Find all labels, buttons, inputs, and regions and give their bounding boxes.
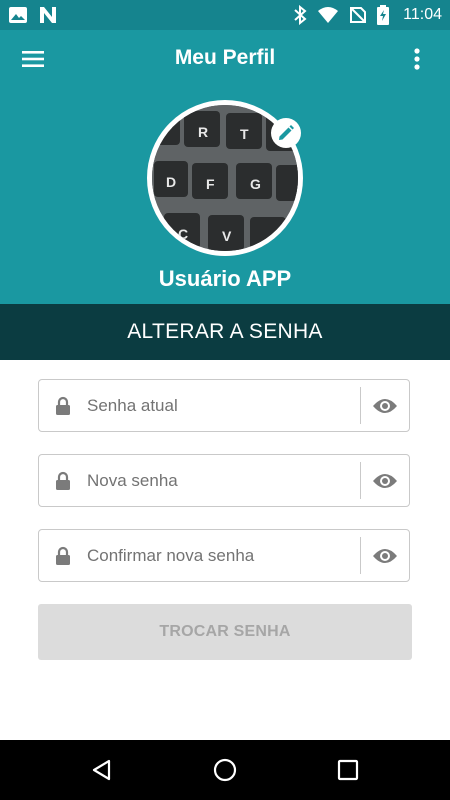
back-icon[interactable] [77, 745, 127, 795]
lock-icon [43, 546, 83, 566]
avatar-key-f: F [206, 176, 215, 192]
avatar-key-t: T [240, 126, 249, 142]
user-name: Usuário APP [158, 266, 292, 291]
confirm-password-field [38, 529, 410, 582]
bluetooth-icon [293, 5, 307, 25]
avatar-key-g: G [250, 176, 261, 192]
status-time: 11:04 [403, 6, 442, 23]
more-vert-icon[interactable] [402, 44, 432, 74]
show-password-eye-icon[interactable] [361, 455, 409, 506]
change-password-button[interactable]: TROCAR SENHA [38, 604, 412, 660]
recents-icon[interactable] [323, 745, 373, 795]
avatar-key-r: R [198, 124, 208, 140]
current-password-field [38, 379, 410, 432]
navigation-bar [0, 740, 450, 800]
lock-icon [43, 471, 83, 491]
confirm-password-input[interactable] [83, 530, 360, 581]
lock-icon [43, 396, 83, 416]
page-title: Meu Perfil [174, 46, 276, 69]
show-password-eye-icon[interactable] [361, 530, 409, 581]
avatar-container: R T D F G C V [147, 100, 303, 256]
avatar-key-d: D [166, 174, 176, 190]
new-password-input[interactable] [83, 455, 360, 506]
current-password-input[interactable] [83, 380, 360, 431]
image-icon [8, 6, 28, 24]
battery-charging-icon [377, 5, 390, 25]
show-password-eye-icon[interactable] [361, 380, 409, 431]
status-bar: 11:04 [0, 0, 450, 30]
pencil-icon[interactable] [271, 118, 301, 148]
section-title: ALTERAR A SENHA [0, 304, 450, 360]
profile-header: Meu Perfil R T D F G C V Usuário APP [0, 30, 450, 304]
new-password-field [38, 454, 410, 507]
no-sim-icon [349, 6, 367, 24]
toolbar: Meu Perfil [0, 30, 450, 86]
home-icon[interactable] [200, 745, 250, 795]
wifi-icon [317, 6, 339, 24]
avatar-key-v: V [222, 228, 232, 244]
avatar-key-c: C [178, 226, 188, 242]
n-icon [38, 6, 58, 24]
